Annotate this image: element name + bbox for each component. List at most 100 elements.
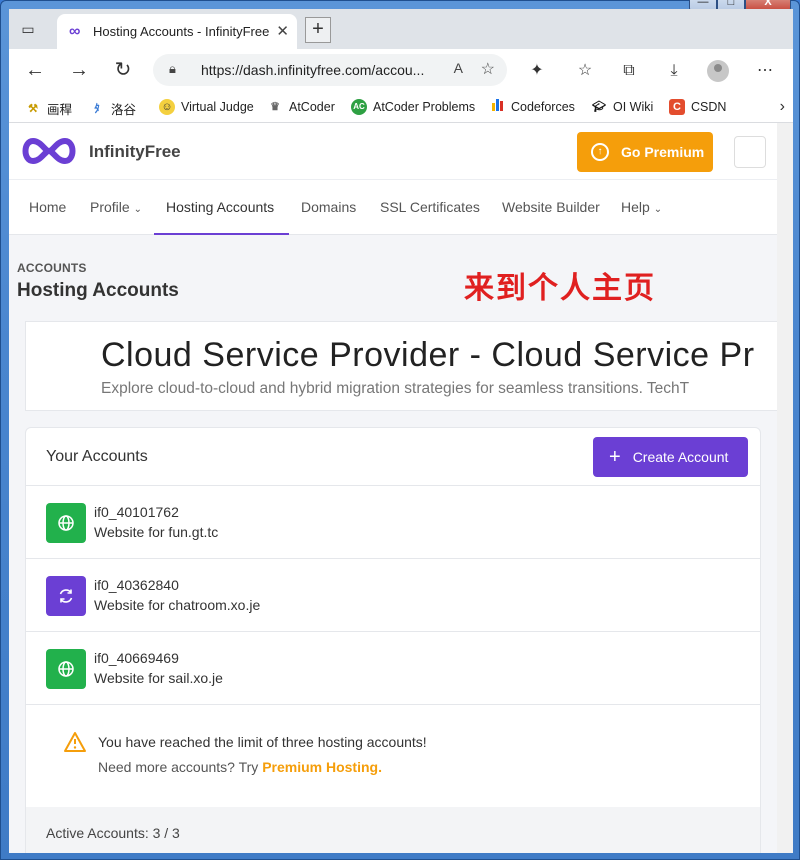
bookmark-item[interactable]: ♛ AtCoder xyxy=(267,99,335,115)
accounts-card: Your Accounts + Create Account if0_40101… xyxy=(25,427,761,853)
bookmark-label: Codeforces xyxy=(511,100,575,114)
luogu-icon: ﾀ xyxy=(94,102,100,115)
ad-subtitle[interactable]: Explore cloud-to-cloud and hybrid migrat… xyxy=(101,380,689,398)
active-tab-indicator xyxy=(154,233,289,235)
profile-avatar[interactable] xyxy=(707,60,729,82)
account-username[interactable]: if0_40101762 xyxy=(94,504,179,520)
lock-icon[interactable]: 🔒︎ xyxy=(169,61,176,77)
reload-icon[interactable]: ↻ xyxy=(111,59,135,83)
advertisement-banner[interactable]: Cloud Service Provider - Cloud Service P… xyxy=(25,321,793,411)
infinityfree-logo-icon[interactable] xyxy=(17,135,81,167)
page-scrollbar[interactable] xyxy=(777,123,793,853)
page-title: Hosting Accounts xyxy=(17,280,179,301)
nav-profile[interactable]: Profile ⌄ xyxy=(90,199,142,215)
account-website: Website for sail.xo.je xyxy=(94,670,223,686)
vjudge-icon: ☺ xyxy=(159,99,175,115)
globe-icon xyxy=(46,503,86,543)
bookmark-item[interactable]: Codeforces xyxy=(489,99,575,115)
downloads-icon[interactable]: ⤓ xyxy=(662,59,686,83)
favorites-icon[interactable]: ☆ xyxy=(573,59,597,83)
bookmark-icon: ⚒ xyxy=(28,102,38,115)
nav-help-label: Help xyxy=(621,199,650,215)
browser-window: — □ X ▭ ∞ Hosting Accounts - InfinityFre… xyxy=(0,0,800,860)
active-accounts-count: Active Accounts: 3 / 3 xyxy=(46,825,180,841)
notice-upgrade-text: Need more accounts? Try Premium Hosting. xyxy=(98,759,382,775)
accounts-card-footer: Active Accounts: 3 / 3 xyxy=(26,807,760,853)
account-row[interactable]: if0_40101762 Website for fun.gt.tc xyxy=(26,486,760,559)
bookmark-label: AtCoder xyxy=(289,100,335,114)
bookmark-label: 洛谷 xyxy=(111,103,137,117)
read-aloud-icon[interactable]: A xyxy=(454,60,463,76)
page-content: InfinityFree ↑ Go Premium Home Profile ⌄… xyxy=(9,123,793,853)
nav-website-builder[interactable]: Website Builder xyxy=(502,199,600,215)
nav-hosting-accounts[interactable]: Hosting Accounts xyxy=(166,199,274,215)
chevron-right-icon[interactable]: › xyxy=(780,98,785,116)
bookmark-label: 画稈 xyxy=(47,103,73,117)
accounts-card-header: Your Accounts + Create Account xyxy=(26,428,760,486)
account-username[interactable]: if0_40362840 xyxy=(94,577,179,593)
extensions-icon[interactable]: ✦ xyxy=(525,59,549,83)
site-logo-text[interactable]: InfinityFree xyxy=(89,142,181,162)
bookmark-label: AtCoder Problems xyxy=(373,100,476,114)
collections-icon[interactable]: ⧉ xyxy=(617,59,641,83)
bookmark-item[interactable]: ⚒ 画稈 xyxy=(25,99,72,118)
site-header: InfinityFree ↑ Go Premium xyxy=(9,123,777,179)
account-website: Website for chatroom.xo.je xyxy=(94,597,261,613)
tab-strip: ▭ ∞ Hosting Accounts - InfinityFree ✕ + xyxy=(9,9,793,49)
atcoder-icon: ♛ xyxy=(270,101,280,113)
account-row[interactable]: if0_40669469 Website for sail.xo.je xyxy=(26,632,760,705)
bookmark-item[interactable]: ☺ Virtual Judge xyxy=(159,99,254,115)
codeforces-icon xyxy=(489,99,505,115)
add-favorite-icon[interactable]: ☆ xyxy=(481,59,495,79)
warning-icon xyxy=(64,732,86,752)
bookmark-item[interactable]: 🎓︎ OI Wiki xyxy=(591,99,653,115)
account-row[interactable]: if0_40362840 Website for chatroom.xo.je xyxy=(26,559,760,632)
create-account-button[interactable]: + Create Account xyxy=(593,437,748,477)
nav-home[interactable]: Home xyxy=(29,199,66,215)
tab-title: Hosting Accounts - InfinityFree xyxy=(93,24,270,39)
atcoder-problems-icon: AC xyxy=(351,99,367,115)
nav-profile-label: Profile xyxy=(90,199,130,215)
tab-actions-icon[interactable]: ▭ xyxy=(17,19,39,39)
nav-help[interactable]: Help ⌄ xyxy=(621,199,662,215)
infinityfree-favicon-icon: ∞ xyxy=(69,23,81,40)
nav-ssl-certificates[interactable]: SSL Certificates xyxy=(380,199,480,215)
chevron-down-icon: ⌄ xyxy=(133,204,142,215)
annotation-text: 来到个人主页 xyxy=(464,271,656,306)
bookmarks-bar: ⚒ 画稈 ﾀ 洛谷 ☺ Virtual Judge ♛ AtCoder AC AtCode… xyxy=(9,93,793,123)
notice-limit-text: You have reached the limit of three host… xyxy=(98,734,427,750)
bookmark-item[interactable]: ﾀ 洛谷 xyxy=(89,99,136,118)
bookmark-item[interactable]: AC AtCoder Problems xyxy=(351,99,475,115)
address-bar[interactable]: 🔒︎ https://dash.infinityfree.com/accou..… xyxy=(153,54,507,86)
bookmark-label: OI Wiki xyxy=(613,100,654,114)
browser-content: ▭ ∞ Hosting Accounts - InfinityFree ✕ + … xyxy=(9,9,793,853)
globe-icon xyxy=(46,649,86,689)
user-menu-button[interactable] xyxy=(734,136,766,168)
bookmark-item[interactable]: C CSDN xyxy=(669,99,726,115)
plus-icon: + xyxy=(609,446,621,468)
browser-toolbar: ← → ↻ 🔒︎ https://dash.infinityfree.com/a… xyxy=(9,49,793,93)
new-tab-button[interactable]: + xyxy=(305,17,331,43)
breadcrumb: ACCOUNTS xyxy=(17,261,87,275)
more-menu-icon[interactable]: ⋯ xyxy=(753,59,777,83)
oiwiki-icon: 🎓︎ xyxy=(592,101,606,113)
csdn-icon: C xyxy=(669,99,685,115)
account-website: Website for fun.gt.tc xyxy=(94,524,219,540)
tab-close-icon[interactable]: ✕ xyxy=(276,22,289,40)
site-navigation: Home Profile ⌄ Hosting Accounts Domains … xyxy=(9,179,777,235)
accounts-card-title: Your Accounts xyxy=(46,448,148,465)
ad-title[interactable]: Cloud Service Provider - Cloud Service P… xyxy=(101,336,755,375)
browser-tab-active[interactable]: ∞ Hosting Accounts - InfinityFree ✕ xyxy=(57,14,297,49)
premium-hosting-link[interactable]: Premium Hosting. xyxy=(262,759,382,775)
go-premium-label: Go Premium xyxy=(621,144,705,160)
account-limit-notice: You have reached the limit of three host… xyxy=(26,705,760,807)
create-account-label: Create Account xyxy=(632,449,729,465)
notice-upgrade-prefix: Need more accounts? Try xyxy=(98,759,263,775)
sync-icon xyxy=(46,576,86,616)
go-premium-button[interactable]: ↑ Go Premium xyxy=(577,132,713,172)
forward-icon[interactable]: → xyxy=(67,59,91,83)
nav-domains[interactable]: Domains xyxy=(301,199,356,215)
back-icon[interactable]: ← xyxy=(23,59,47,83)
url-text[interactable]: https://dash.infinityfree.com/accou... xyxy=(201,62,441,78)
account-username[interactable]: if0_40669469 xyxy=(94,650,179,666)
